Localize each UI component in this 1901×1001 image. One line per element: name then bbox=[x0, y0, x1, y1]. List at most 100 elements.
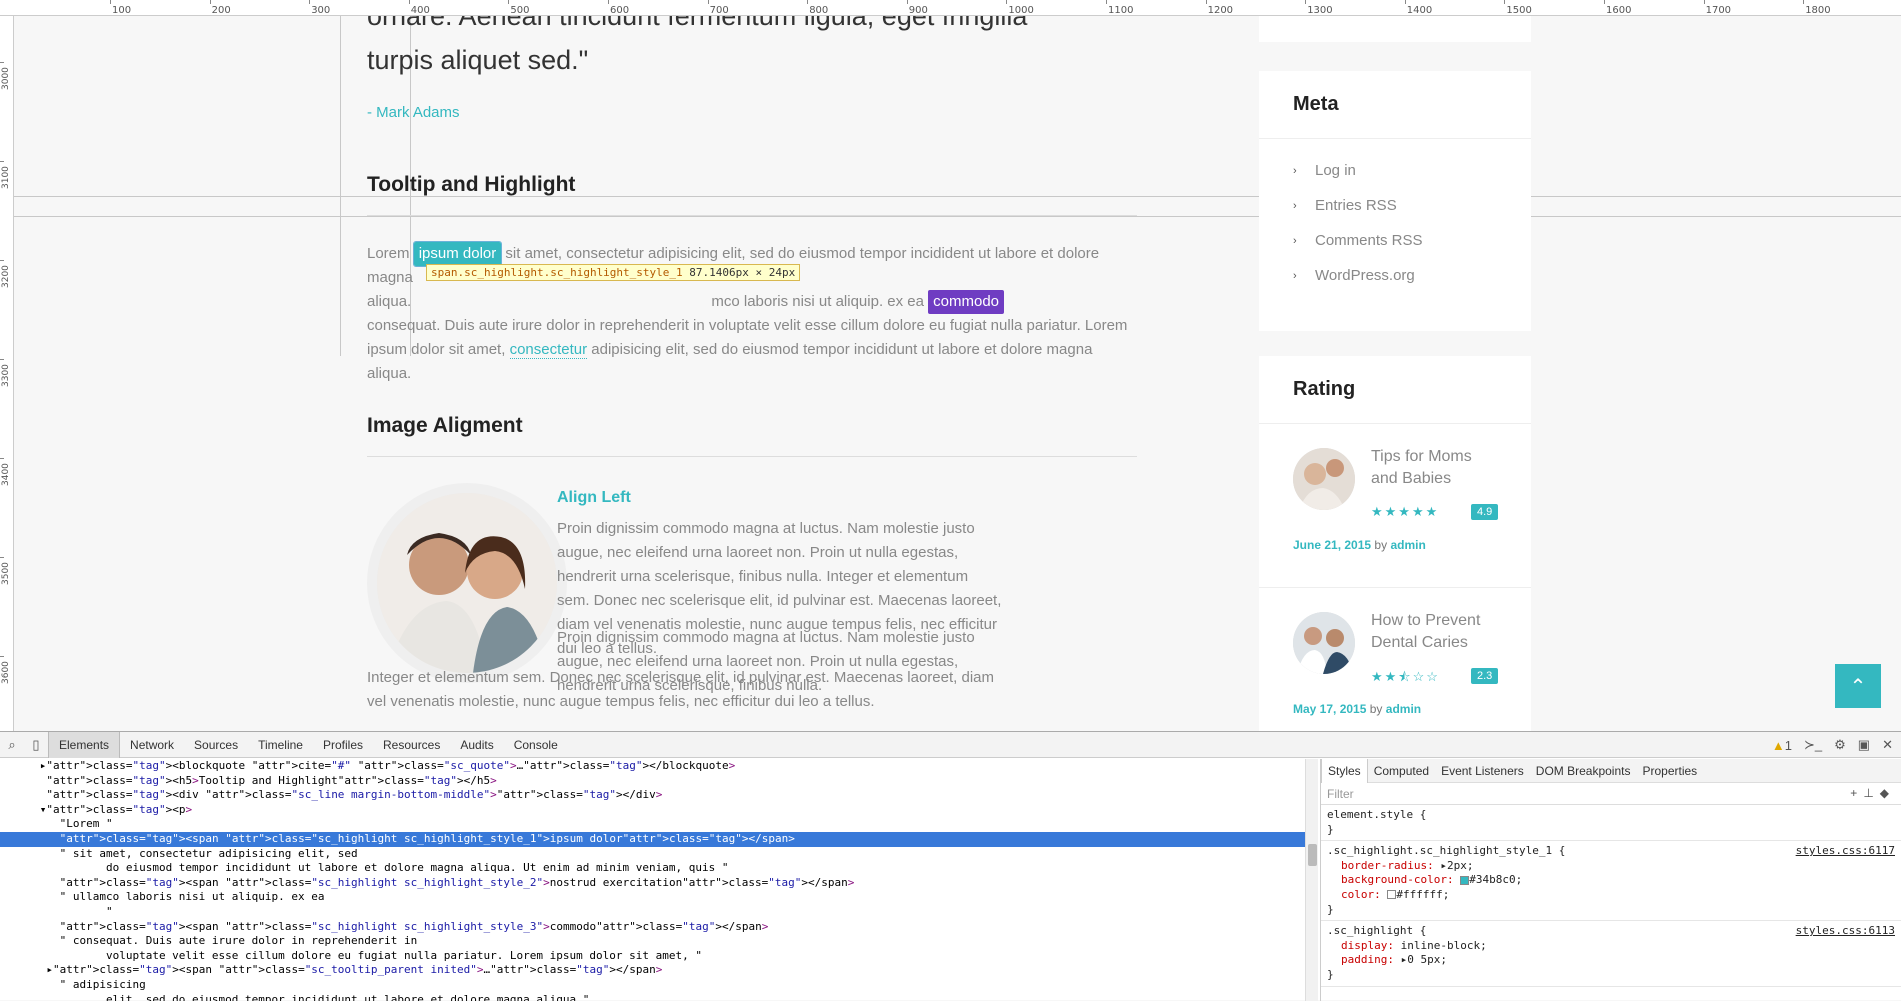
ruler-tick bbox=[409, 0, 410, 4]
ruler-label: 1200 bbox=[1208, 5, 1233, 16]
css-rule[interactable]: .sc_highlight.sc_highlight_style_1 {styl… bbox=[1321, 841, 1901, 921]
meta-list: ›Log in ›Entries RSS ›Comments RSS ›Word… bbox=[1259, 139, 1531, 293]
dom-node[interactable]: ▸"attr">class="tag"><span "attr">class="… bbox=[0, 963, 1318, 978]
tab-styles[interactable]: Styles bbox=[1321, 759, 1368, 783]
post-meta: June 21, 2015 by admin bbox=[1293, 538, 1426, 552]
dom-node[interactable]: "attr">class="tag"><span "attr">class="s… bbox=[0, 876, 1318, 891]
tab-console[interactable]: Console bbox=[504, 732, 568, 758]
css-property[interactable]: padding: ▸0 5px; bbox=[1327, 953, 1895, 968]
css-property[interactable]: border-radius: ▸2px; bbox=[1327, 859, 1895, 874]
dom-node[interactable]: voluptate velit esse cillum dolore eu fu… bbox=[0, 949, 1318, 964]
meta-link-wordpress[interactable]: ›WordPress.org bbox=[1259, 258, 1531, 293]
warning-icon: ▲ bbox=[1772, 738, 1785, 753]
meta-label: Comments RSS bbox=[1315, 232, 1423, 249]
css-property[interactable]: display: inline-block; bbox=[1327, 939, 1895, 954]
meta-link-comments-rss[interactable]: ›Comments RSS bbox=[1259, 223, 1531, 258]
css-selector: element.style { bbox=[1327, 808, 1895, 823]
css-rule[interactable]: .sc_highlight {styles.css:6113display: i… bbox=[1321, 921, 1901, 986]
dom-node[interactable]: " adipisicing bbox=[0, 978, 1318, 993]
ruler-label: 3200 bbox=[1, 265, 11, 288]
filter-placeholder: Filter bbox=[1327, 787, 1354, 801]
post-thumbnail bbox=[1293, 448, 1355, 510]
tab-sources[interactable]: Sources bbox=[184, 732, 248, 758]
rating-item[interactable]: How to Prevent Dental Caries ★★⯪☆☆ 2.3 M… bbox=[1259, 588, 1531, 731]
css-property[interactable]: background-color: #34b8c0; bbox=[1327, 873, 1895, 888]
add-rule-icon[interactable]: + bbox=[1850, 786, 1863, 800]
tooltip-link[interactable]: consectetur bbox=[510, 341, 588, 359]
tab-dom-breakpoints[interactable]: DOM Breakpoints bbox=[1530, 759, 1637, 783]
meta-label: WordPress.org bbox=[1315, 267, 1415, 284]
tab-elements[interactable]: Elements bbox=[48, 732, 120, 758]
ruler-tick bbox=[1006, 0, 1007, 4]
ruler-tick bbox=[309, 0, 310, 4]
post-author[interactable]: admin bbox=[1386, 702, 1421, 716]
tab-profiles[interactable]: Profiles bbox=[313, 732, 373, 758]
ruler-label: 3500 bbox=[1, 562, 11, 585]
rating-post-title[interactable]: How to Prevent Dental Caries bbox=[1371, 610, 1501, 654]
styles-filter[interactable]: Filter +⊥◆ bbox=[1321, 783, 1901, 805]
dom-node[interactable]: "attr">class="tag"><h5>Tooltip and Highl… bbox=[0, 774, 1318, 789]
dom-node[interactable]: ▾"attr">class="tag"><p> bbox=[0, 803, 1318, 818]
color-format-icon[interactable]: ◆ bbox=[1880, 786, 1895, 800]
ruler-label: 3300 bbox=[1, 364, 11, 387]
settings-gear-icon[interactable]: ⚙ bbox=[1834, 737, 1846, 753]
tab-properties[interactable]: Properties bbox=[1636, 759, 1703, 783]
back-to-top-button[interactable]: ⌃ bbox=[1835, 664, 1881, 708]
dom-node[interactable]: "attr">class="tag"><span "attr">class="s… bbox=[0, 920, 1318, 935]
dom-tree[interactable]: ▸"attr">class="tag"><blockquote "attr">c… bbox=[0, 759, 1318, 1001]
warning-count: 1 bbox=[1785, 738, 1792, 753]
dom-node[interactable]: "attr">class="tag"><span "attr">class="s… bbox=[0, 832, 1318, 847]
inspect-search-icon[interactable]: ⌕ bbox=[0, 737, 24, 753]
highlight-style-3: commodo bbox=[928, 290, 1004, 314]
devtools-panel: ⌕ ▯ Elements Network Sources Timeline Pr… bbox=[0, 731, 1901, 1000]
rating-item[interactable]: Tips for Moms and Babies ★★★★★ 4.9 June … bbox=[1259, 424, 1531, 588]
device-mode-icon[interactable]: ▯ bbox=[24, 737, 48, 753]
rating-post-title[interactable]: Tips for Moms and Babies bbox=[1371, 446, 1501, 490]
dom-node[interactable]: do eiusmod tempor incididunt ut labore e… bbox=[0, 861, 1318, 876]
dom-node[interactable]: "attr">class="tag"><div "attr">class="sc… bbox=[0, 788, 1318, 803]
css-source-link[interactable]: styles.css:6113 bbox=[1796, 924, 1895, 939]
chevron-right-icon: › bbox=[1293, 200, 1315, 212]
ruler-label: 1600 bbox=[1606, 5, 1631, 16]
dom-node[interactable]: " sit amet, consectetur adipisicing elit… bbox=[0, 847, 1318, 862]
dom-scrollbar[interactable] bbox=[1305, 759, 1318, 1001]
warning-counter[interactable]: ▲1 bbox=[1772, 738, 1792, 753]
scrollbar-thumb[interactable] bbox=[1308, 844, 1317, 866]
pin-icon[interactable]: ⊥ bbox=[1863, 786, 1879, 800]
tab-audits[interactable]: Audits bbox=[450, 732, 503, 758]
dock-side-icon[interactable]: ▣ bbox=[1858, 737, 1870, 753]
dom-node[interactable]: "Lorem " bbox=[0, 817, 1318, 832]
devtools-right-controls: ▲1 ≻_ ⚙ ▣ ✕ bbox=[1772, 732, 1893, 758]
post-author[interactable]: admin bbox=[1390, 538, 1425, 552]
ruler-label: 1700 bbox=[1706, 5, 1731, 16]
color-swatch[interactable] bbox=[1460, 876, 1469, 885]
ruler-label: 600 bbox=[610, 5, 629, 16]
tab-event-listeners[interactable]: Event Listeners bbox=[1435, 759, 1530, 783]
tab-computed[interactable]: Computed bbox=[1368, 759, 1435, 783]
tab-network[interactable]: Network bbox=[120, 732, 184, 758]
align-left-title: Align Left bbox=[557, 489, 631, 507]
couple-photo bbox=[367, 483, 567, 683]
rating-widget: Rating Tips for Moms and Babies ★★★★★ 4.… bbox=[1259, 356, 1531, 731]
dom-node[interactable]: " bbox=[0, 905, 1318, 920]
close-icon[interactable]: ✕ bbox=[1882, 737, 1893, 753]
ruler-tick bbox=[0, 557, 4, 558]
dom-node[interactable]: " ullamco laboris nisi ut aliquip. ex ea bbox=[0, 890, 1318, 905]
dom-node[interactable]: " consequat. Duis aute irure dolor in re… bbox=[0, 934, 1318, 949]
ruler-label: 1800 bbox=[1805, 5, 1830, 16]
ruler-tick bbox=[508, 0, 509, 4]
meta-link-login[interactable]: ›Log in bbox=[1259, 153, 1531, 188]
post-date[interactable]: June 21, 2015 bbox=[1293, 538, 1371, 552]
dom-node[interactable]: ▸"attr">class="tag"><blockquote "attr">c… bbox=[0, 759, 1318, 774]
text: ipsum dolor sit amet, bbox=[367, 341, 510, 358]
css-rule[interactable]: element.style {} bbox=[1321, 805, 1901, 841]
tab-resources[interactable]: Resources bbox=[373, 732, 450, 758]
css-property[interactable]: color: #ffffff; bbox=[1327, 888, 1895, 903]
color-swatch[interactable] bbox=[1387, 890, 1396, 899]
css-source-link[interactable]: styles.css:6117 bbox=[1796, 844, 1895, 859]
tab-timeline[interactable]: Timeline bbox=[248, 732, 313, 758]
ruler-tick bbox=[1106, 0, 1107, 4]
meta-link-entries-rss[interactable]: ›Entries RSS bbox=[1259, 188, 1531, 223]
console-drawer-icon[interactable]: ≻_ bbox=[1804, 737, 1822, 753]
post-date[interactable]: May 17, 2015 bbox=[1293, 702, 1366, 716]
